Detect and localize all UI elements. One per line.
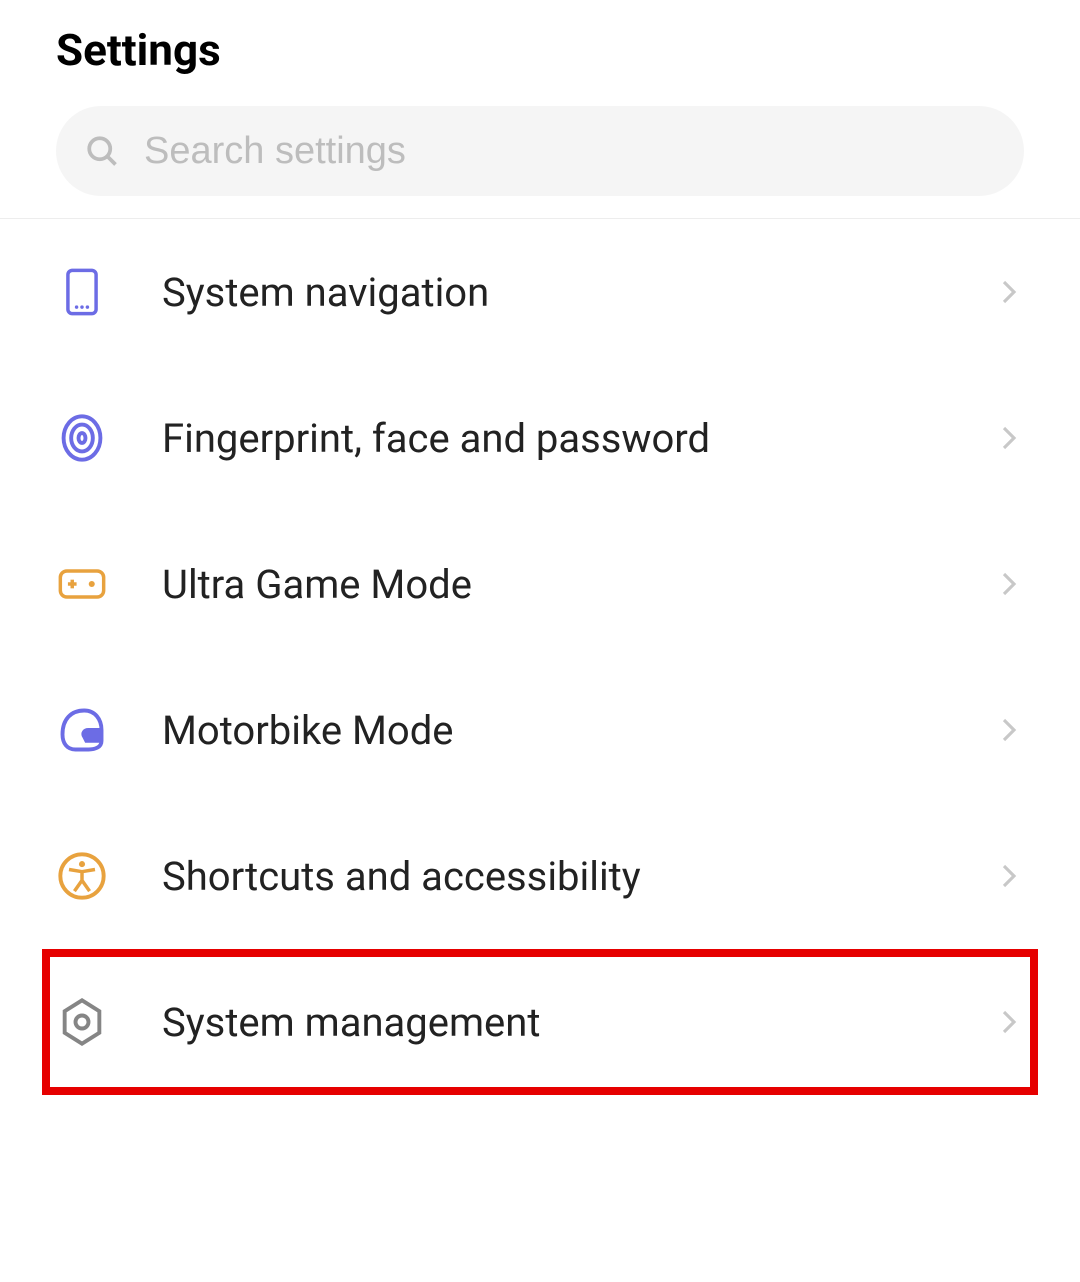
settings-item-label: Shortcuts and accessibility: [162, 853, 994, 900]
chevron-right-icon: [994, 423, 1024, 453]
chevron-right-icon: [994, 861, 1024, 891]
search-input[interactable]: [120, 130, 996, 173]
gamepad-icon: [56, 558, 108, 610]
chevron-right-icon: [994, 1007, 1024, 1037]
settings-list: System navigation Fingerprint, face and …: [0, 219, 1080, 1095]
page-title: Settings: [56, 24, 1024, 76]
settings-item-shortcuts-accessibility[interactable]: Shortcuts and accessibility: [0, 803, 1080, 949]
settings-item-fingerprint-face-password[interactable]: Fingerprint, face and password: [0, 365, 1080, 511]
accessibility-icon: [56, 850, 108, 902]
settings-item-label: System management: [162, 999, 994, 1046]
gear-hex-icon: [56, 996, 108, 1048]
fingerprint-icon: [56, 412, 108, 464]
settings-item-label: Ultra Game Mode: [162, 561, 994, 608]
phone-icon: [56, 266, 108, 318]
settings-item-ultra-game-mode[interactable]: Ultra Game Mode: [0, 511, 1080, 657]
settings-item-system-navigation[interactable]: System navigation: [0, 219, 1080, 365]
chevron-right-icon: [994, 715, 1024, 745]
settings-item-system-management[interactable]: System management: [42, 949, 1038, 1095]
settings-item-label: System navigation: [162, 269, 994, 316]
chevron-right-icon: [994, 569, 1024, 599]
chevron-right-icon: [994, 277, 1024, 307]
search-box[interactable]: [56, 106, 1024, 196]
search-icon: [84, 133, 120, 169]
settings-item-label: Fingerprint, face and password: [162, 415, 994, 462]
helmet-icon: [56, 704, 108, 756]
settings-item-label: Motorbike Mode: [162, 707, 994, 754]
search-container: [0, 106, 1080, 218]
header: Settings: [0, 0, 1080, 106]
settings-item-motorbike-mode[interactable]: Motorbike Mode: [0, 657, 1080, 803]
